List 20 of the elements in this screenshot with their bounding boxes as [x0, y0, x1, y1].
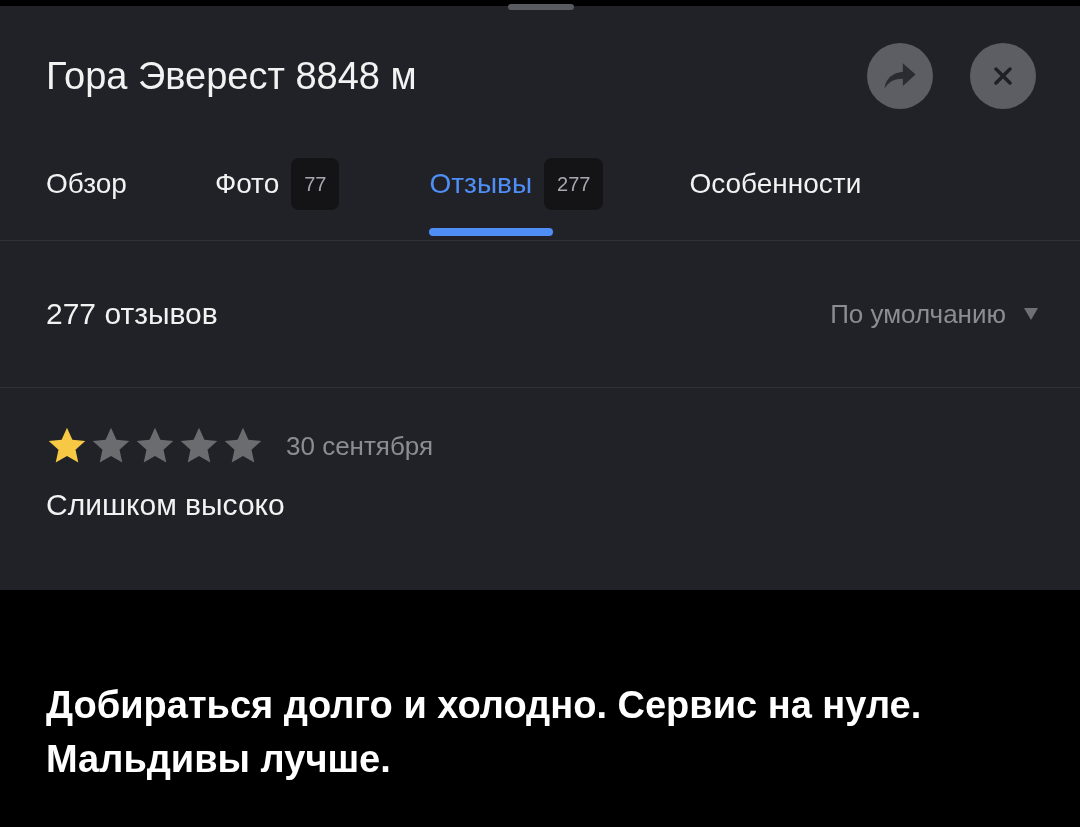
- tab-label: Отзывы: [429, 168, 533, 200]
- tab-label: Фото: [214, 168, 280, 200]
- tab-count: 277: [544, 158, 604, 210]
- review-date: 30 сентября: [286, 430, 434, 462]
- tab[interactable]: Особенности: [689, 156, 862, 212]
- caption: Добираться долго и холодно. Сервис на нуле. Мальдивы лучше.: [45, 683, 923, 782]
- tab[interactable]: Обзор: [46, 156, 127, 212]
- tab-count: 77: [291, 158, 340, 210]
- tab[interactable]: Фото 77: [214, 156, 340, 212]
- review-text: Слишком высоко: [46, 488, 286, 522]
- share-icon: [883, 61, 917, 91]
- close-icon: [994, 67, 1012, 85]
- sort-dropdown[interactable]: По умолчанию: [830, 298, 1038, 330]
- tab[interactable]: Отзывы 277: [429, 156, 604, 212]
- place-title: Гора Эверест 8848 м: [46, 54, 418, 98]
- review-count: 277 отзывов: [46, 297, 218, 331]
- tab-label: Особенности: [689, 168, 862, 200]
- caret-icon: [1024, 308, 1038, 320]
- drag-handle[interactable]: [508, 4, 574, 10]
- tab-label: Обзор: [46, 168, 127, 200]
